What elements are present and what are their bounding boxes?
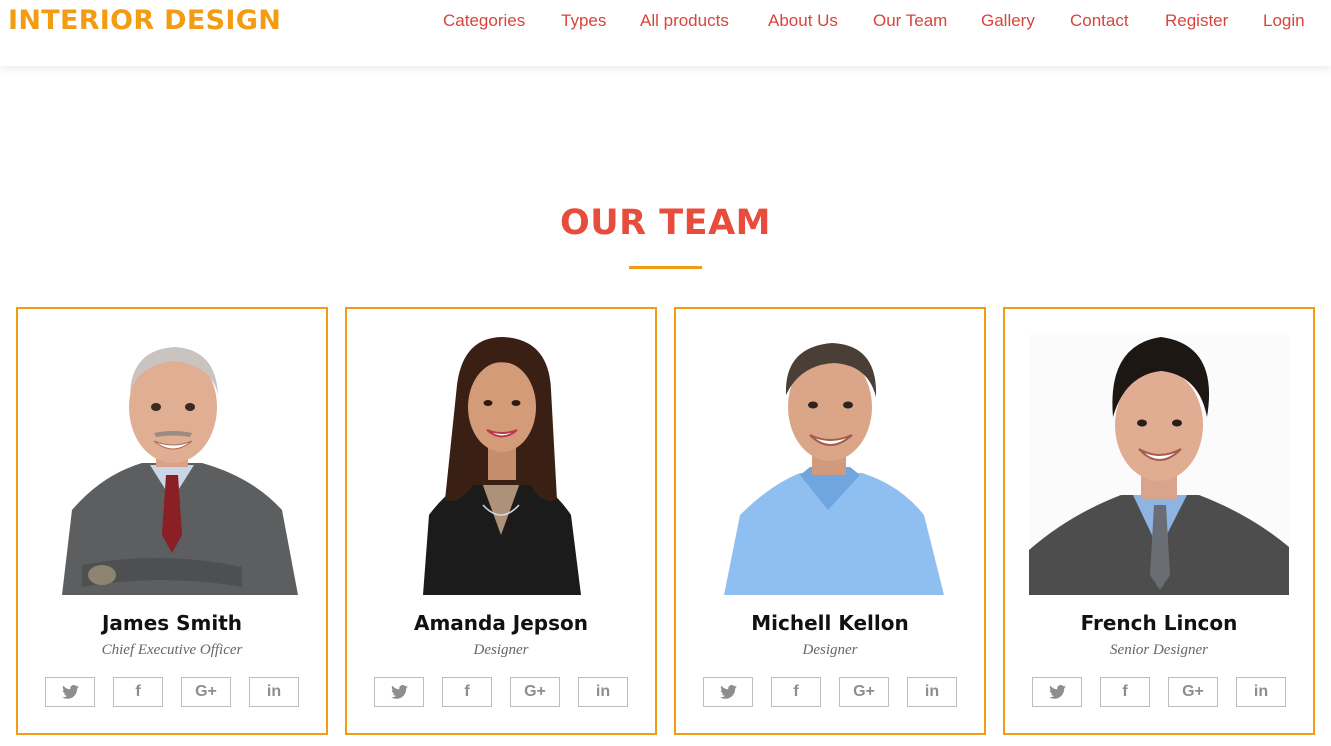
member-photo bbox=[1029, 335, 1289, 595]
facebook-button[interactable]: f bbox=[113, 677, 163, 707]
member-photo bbox=[42, 335, 302, 595]
nav-register[interactable]: Register bbox=[1165, 11, 1228, 31]
man-blue-shirt-photo bbox=[724, 343, 944, 595]
member-name: James Smith bbox=[101, 611, 243, 635]
brand-logo[interactable]: INTERIOR DESIGN bbox=[8, 5, 281, 36]
facebook-button[interactable]: f bbox=[771, 677, 821, 707]
nav-categories[interactable]: Categories bbox=[443, 11, 525, 31]
google-plus-icon: G+ bbox=[853, 683, 875, 700]
linkedin-button[interactable]: in bbox=[1236, 677, 1286, 707]
young-man-suit-photo bbox=[1029, 335, 1289, 595]
facebook-icon: f bbox=[793, 683, 799, 700]
google-plus-button[interactable]: G+ bbox=[510, 677, 560, 707]
twitter-button[interactable] bbox=[703, 677, 753, 707]
twitter-icon bbox=[719, 685, 737, 699]
social-links: f G+ in bbox=[45, 677, 301, 707]
team-card: Amanda Jepson Designer f G+ in bbox=[345, 307, 657, 735]
facebook-icon: f bbox=[464, 683, 470, 700]
member-name: French Lincon bbox=[1080, 611, 1238, 635]
nav-login[interactable]: Login bbox=[1263, 11, 1305, 31]
member-role: Chief Executive Officer bbox=[101, 642, 243, 658]
twitter-button[interactable] bbox=[1032, 677, 1082, 707]
member-role: Senior Designer bbox=[1110, 642, 1208, 658]
woman-black-blazer-photo bbox=[423, 337, 581, 595]
linkedin-button[interactable]: in bbox=[249, 677, 299, 707]
man-grey-suit-photo bbox=[62, 347, 298, 595]
twitter-icon bbox=[61, 685, 79, 699]
social-links: f G+ in bbox=[374, 677, 630, 707]
top-navbar: INTERIOR DESIGN Categories Types All pro… bbox=[0, 0, 1331, 66]
linkedin-icon: in bbox=[1253, 683, 1269, 700]
twitter-button[interactable] bbox=[374, 677, 424, 707]
social-links: f G+ in bbox=[1032, 677, 1288, 707]
nav-our-team[interactable]: Our Team bbox=[873, 11, 947, 31]
nav-contact[interactable]: Contact bbox=[1070, 11, 1129, 31]
twitter-icon bbox=[390, 685, 408, 699]
twitter-icon bbox=[1048, 685, 1066, 699]
google-plus-button[interactable]: G+ bbox=[181, 677, 231, 707]
facebook-button[interactable]: f bbox=[442, 677, 492, 707]
nav-types[interactable]: Types bbox=[561, 11, 606, 31]
member-photo bbox=[371, 335, 631, 595]
team-card: Michell Kellon Designer f G+ in bbox=[674, 307, 986, 735]
social-links: f G+ in bbox=[703, 677, 959, 707]
facebook-icon: f bbox=[135, 683, 141, 700]
linkedin-icon: in bbox=[924, 683, 940, 700]
title-underline bbox=[629, 266, 702, 269]
nav-all-products[interactable]: All products bbox=[640, 11, 729, 31]
nav-about-us[interactable]: About Us bbox=[768, 11, 838, 31]
linkedin-icon: in bbox=[266, 683, 282, 700]
twitter-button[interactable] bbox=[45, 677, 95, 707]
nav-gallery[interactable]: Gallery bbox=[981, 11, 1035, 31]
section-title: OUR TEAM bbox=[559, 203, 771, 243]
team-card: French Lincon Senior Designer f G+ in bbox=[1003, 307, 1315, 735]
team-card: James Smith Chief Executive Officer f G+… bbox=[16, 307, 328, 735]
member-role: Designer bbox=[473, 642, 529, 658]
linkedin-button[interactable]: in bbox=[578, 677, 628, 707]
google-plus-button[interactable]: G+ bbox=[839, 677, 889, 707]
google-plus-icon: G+ bbox=[1182, 683, 1204, 700]
linkedin-button[interactable]: in bbox=[907, 677, 957, 707]
facebook-button[interactable]: f bbox=[1100, 677, 1150, 707]
linkedin-icon: in bbox=[595, 683, 611, 700]
member-photo bbox=[700, 335, 960, 595]
facebook-icon: f bbox=[1122, 683, 1128, 700]
member-name: Michell Kellon bbox=[751, 611, 909, 635]
google-plus-icon: G+ bbox=[195, 683, 217, 700]
google-plus-icon: G+ bbox=[524, 683, 546, 700]
google-plus-button[interactable]: G+ bbox=[1168, 677, 1218, 707]
member-name: Amanda Jepson bbox=[413, 611, 589, 635]
member-role: Designer bbox=[802, 642, 858, 658]
